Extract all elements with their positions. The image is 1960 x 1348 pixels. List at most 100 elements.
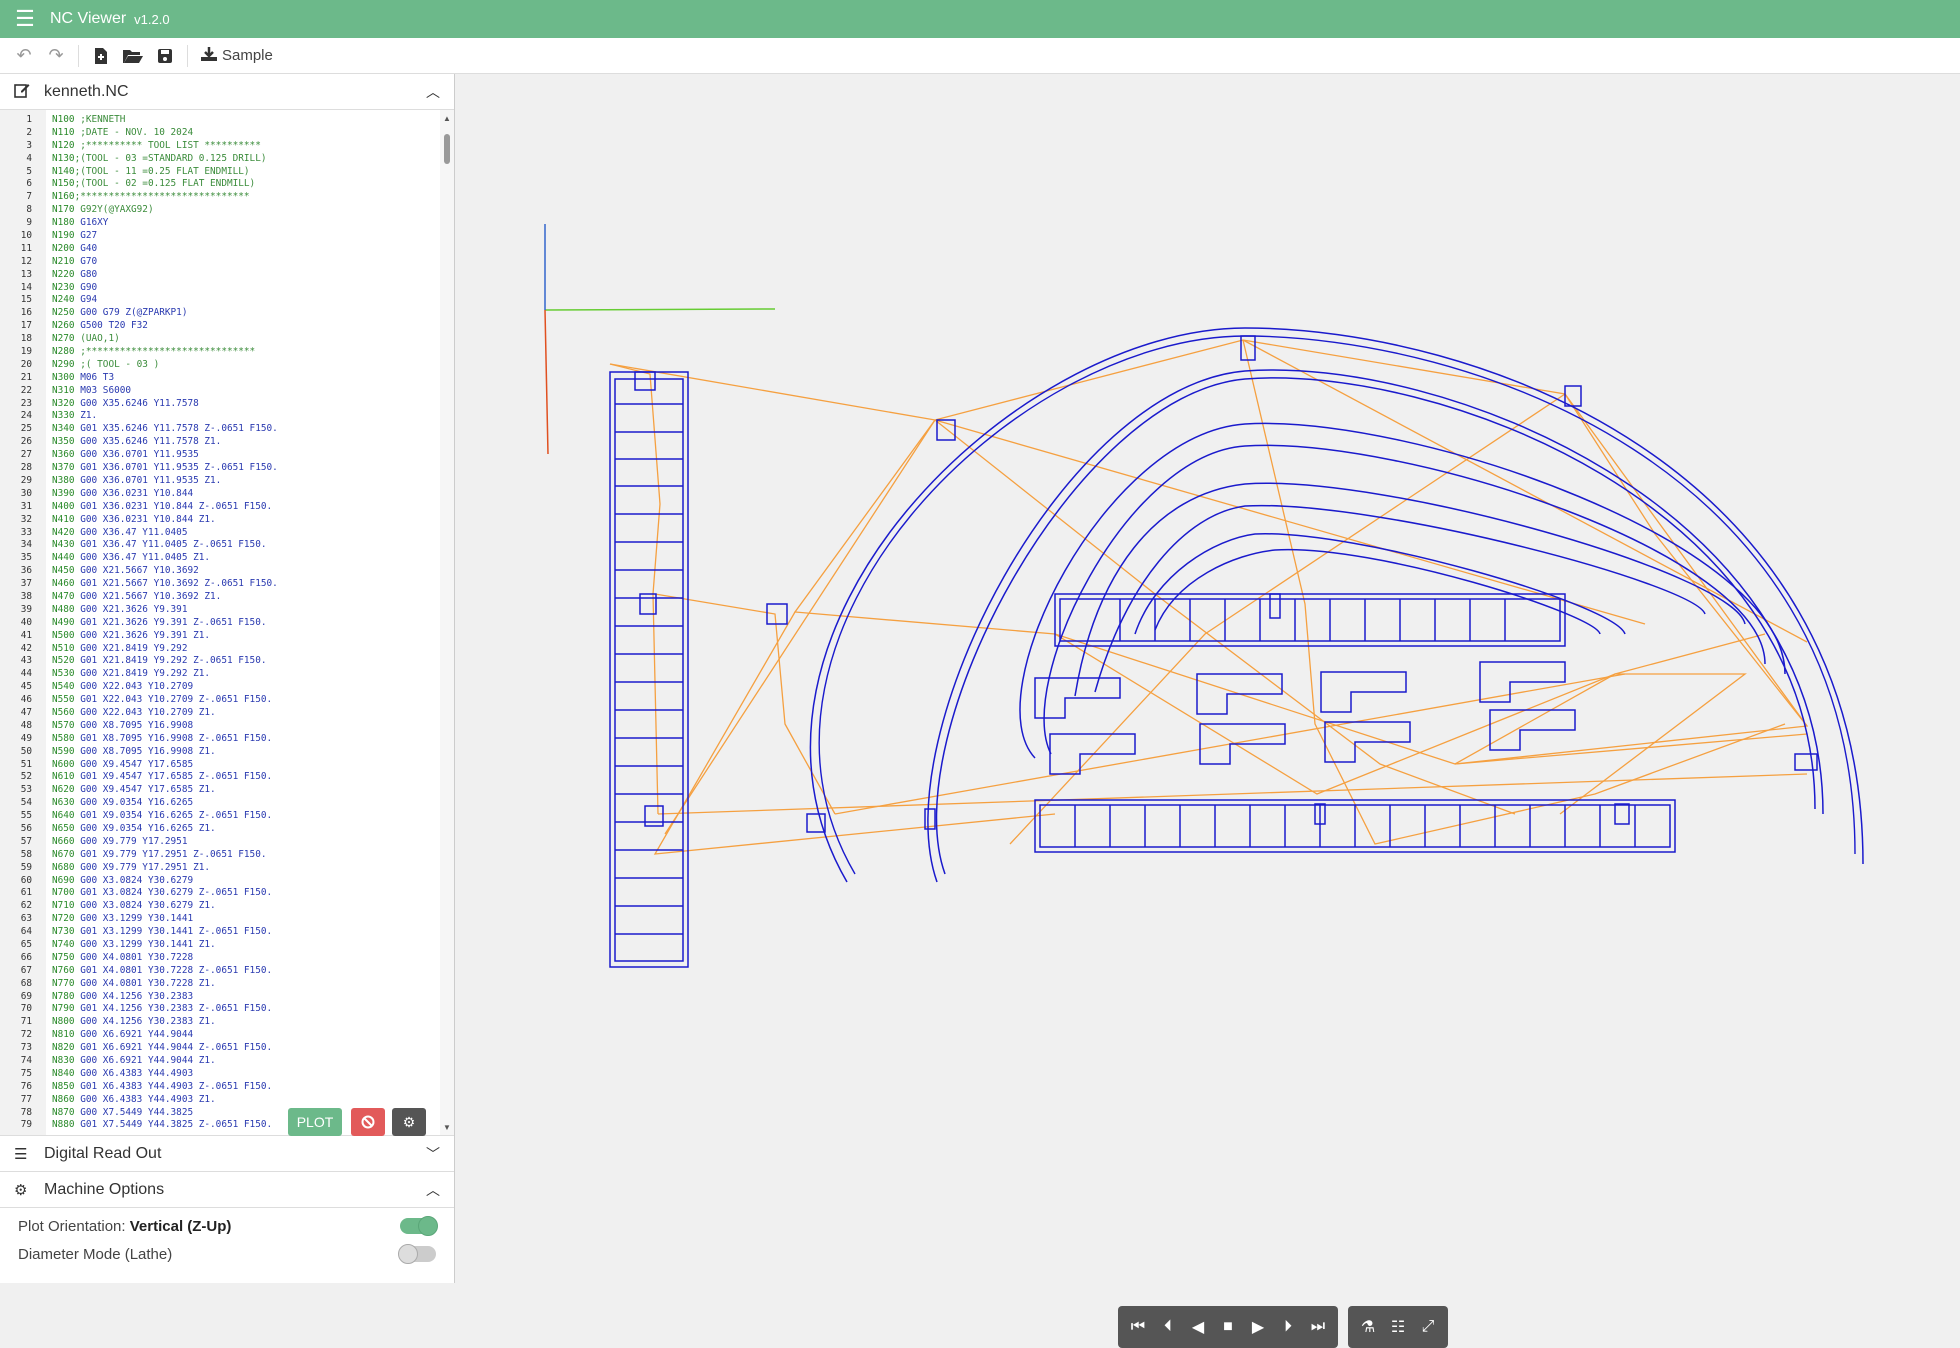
code-line[interactable]: 27 N360 G00 X36.0701 Y11.9535 <box>0 449 440 462</box>
code-line[interactable]: 54 N630 G00 X9.0354 Y16.6265 <box>0 797 440 810</box>
code-text[interactable]: N690 G00 X3.0824 Y30.6279 <box>52 875 193 888</box>
code-text[interactable]: N830 G00 X6.6921 Y44.9044 Z1. <box>52 1055 216 1068</box>
code-line[interactable]: 34 N430 G01 X36.47 Y11.0405 Z-.0651 F150. <box>0 539 440 552</box>
code-text[interactable]: N110 ;DATE - NOV. 10 2024 <box>52 127 193 140</box>
code-text[interactable]: N650 G00 X9.0354 Y16.6265 Z1. <box>52 823 216 836</box>
code-line[interactable]: 11 N200 G40 <box>0 243 440 256</box>
play-reverse-icon[interactable]: ◀ <box>1184 1311 1212 1343</box>
code-line[interactable]: 49 N580 G01 X8.7095 Y16.9908 Z-.0651 F150… <box>0 733 440 746</box>
code-line[interactable]: 3 N120 ;********** TOOL LIST ********** <box>0 140 440 153</box>
code-line[interactable]: 30 N390 G00 X36.0231 Y10.844 <box>0 488 440 501</box>
hamburger-menu-icon[interactable]: ☰ <box>0 0 50 38</box>
code-line[interactable]: 20 N290 ;( TOOL - 03 ) <box>0 359 440 372</box>
code-text[interactable]: N640 G01 X9.0354 Y16.6265 Z-.0651 F150. <box>52 810 272 823</box>
code-line[interactable]: 67 N760 G01 X4.0801 Y30.7228 Z-.0651 F150… <box>0 965 440 978</box>
code-text[interactable]: N510 G00 X21.8419 Y9.292 <box>52 643 187 656</box>
skip-to-end-icon[interactable]: ⏭ <box>1304 1311 1332 1343</box>
plot-button[interactable]: PLOT <box>288 1108 342 1136</box>
scroll-up-icon[interactable]: ▲ <box>443 114 451 123</box>
code-text[interactable]: N780 G00 X4.1256 Y30.2383 <box>52 991 193 1004</box>
code-line[interactable]: 57 N660 G00 X9.779 Y17.2951 <box>0 836 440 849</box>
code-text[interactable]: N590 G00 X8.7095 Y16.9908 Z1. <box>52 746 216 759</box>
code-line[interactable]: 50 N590 G00 X8.7095 Y16.9908 Z1. <box>0 746 440 759</box>
code-line[interactable]: 52 N610 G01 X9.4547 Y17.6585 Z-.0651 F150… <box>0 771 440 784</box>
scroll-thumb[interactable] <box>444 134 450 164</box>
code-line[interactable]: 41 N500 G00 X21.3626 Y9.391 Z1. <box>0 630 440 643</box>
code-text[interactable]: N500 G00 X21.3626 Y9.391 Z1. <box>52 630 210 643</box>
redo-icon[interactable]: ↷ <box>40 41 72 71</box>
code-line[interactable]: 31 N400 G01 X36.0231 Y10.844 Z-.0651 F150… <box>0 501 440 514</box>
code-text[interactable]: N280 ;****************************** <box>52 346 255 359</box>
editor-scrollbar[interactable]: ▲ ▼ <box>440 110 454 1135</box>
code-line[interactable]: 15 N240 G94 <box>0 294 440 307</box>
code-text[interactable]: N210 G70 <box>52 256 97 269</box>
step-forward-icon[interactable]: ⏵ <box>1274 1311 1302 1343</box>
orientation-toggle[interactable] <box>400 1216 438 1236</box>
chevron-up-icon[interactable]: ︿ <box>426 1180 440 1200</box>
editor-panel-header[interactable]: kenneth.NC ︿ <box>0 74 454 110</box>
code-line[interactable]: 16 N250 G00 G79 Z(@ZPARKP1) <box>0 307 440 320</box>
code-line[interactable]: 14 N230 G90 <box>0 282 440 295</box>
code-line[interactable]: 64 N730 G01 X3.1299 Y30.1441 Z-.0651 F150… <box>0 926 440 939</box>
code-line[interactable]: 36 N450 G00 X21.5667 Y10.3692 <box>0 565 440 578</box>
code-line[interactable]: 5 N140;(TOOL - 11 =0.25 FLAT ENDMILL) <box>0 166 440 179</box>
code-line[interactable]: 69 N780 G00 X4.1256 Y30.2383 <box>0 991 440 1004</box>
code-line[interactable]: 8 N170 G92Y(@YAXG92) <box>0 204 440 217</box>
code-line[interactable]: 17 N260 G500 T20 F32 <box>0 320 440 333</box>
code-text[interactable]: N560 G00 X22.043 Y10.2709 Z1. <box>52 707 216 720</box>
code-line[interactable]: 47 N560 G00 X22.043 Y10.2709 Z1. <box>0 707 440 720</box>
code-text[interactable]: N380 G00 X36.0701 Y11.9535 Z1. <box>52 475 221 488</box>
code-text[interactable]: N660 G00 X9.779 Y17.2951 <box>52 836 187 849</box>
code-text[interactable]: N760 G01 X4.0801 Y30.7228 Z-.0651 F150. <box>52 965 272 978</box>
code-line[interactable]: 73 N820 G01 X6.6921 Y44.9044 Z-.0651 F150… <box>0 1042 440 1055</box>
code-text[interactable]: N800 G00 X4.1256 Y30.2383 Z1. <box>52 1016 216 1029</box>
code-line[interactable]: 33 N420 G00 X36.47 Y11.0405 <box>0 527 440 540</box>
code-text[interactable]: N550 G01 X22.043 Y10.2709 Z-.0651 F150. <box>52 694 272 707</box>
sample-button[interactable]: Sample <box>194 41 279 71</box>
code-line[interactable]: 21 N300 M06 T3 <box>0 372 440 385</box>
chevron-up-icon[interactable]: ︿ <box>426 82 440 102</box>
code-text[interactable]: N710 G00 X3.0824 Y30.6279 Z1. <box>52 900 216 913</box>
code-line[interactable]: 43 N520 G01 X21.8419 Y9.292 Z-.0651 F150. <box>0 655 440 668</box>
code-line[interactable]: 25 N340 G01 X35.6246 Y11.7578 Z-.0651 F15… <box>0 423 440 436</box>
code-editor[interactable]: 1 N100 ;KENNETH 2 N110 ;DATE - NOV. 10 2024… <box>0 110 454 1136</box>
code-line[interactable]: 39 N480 G00 X21.3626 Y9.391 <box>0 604 440 617</box>
code-text[interactable]: N610 G01 X9.4547 Y17.6585 Z-.0651 F150. <box>52 771 272 784</box>
code-text[interactable]: N150;(TOOL - 02 =0.125 FLAT ENDMILL) <box>52 178 255 191</box>
code-line[interactable]: 51 N600 G00 X9.4547 Y17.6585 <box>0 759 440 772</box>
code-text[interactable]: N200 G40 <box>52 243 97 256</box>
play-icon[interactable]: ▶ <box>1244 1311 1272 1343</box>
dro-panel-header[interactable]: ☰ Digital Read Out ﹀ <box>0 1136 454 1172</box>
code-text[interactable]: N860 G00 X6.4383 Y44.4903 Z1. <box>52 1094 216 1107</box>
code-line[interactable]: 44 N530 G00 X21.8419 Y9.292 Z1. <box>0 668 440 681</box>
code-line[interactable]: 45 N540 G00 X22.043 Y10.2709 <box>0 681 440 694</box>
code-line[interactable]: 32 N410 G00 X36.0231 Y10.844 Z1. <box>0 514 440 527</box>
code-line[interactable]: 1 N100 ;KENNETH <box>0 114 440 127</box>
code-line[interactable]: 13 N220 G80 <box>0 269 440 282</box>
code-text[interactable]: N620 G00 X9.4547 Y17.6585 Z1. <box>52 784 216 797</box>
code-line[interactable]: 59 N680 G00 X9.779 Y17.2951 Z1. <box>0 862 440 875</box>
code-line[interactable]: 18 N270 (UAO,1) <box>0 333 440 346</box>
code-text[interactable]: N310 M03 S6000 <box>52 385 131 398</box>
code-line[interactable]: 7 N160;****************************** <box>0 191 440 204</box>
code-text[interactable]: N370 G01 X36.0701 Y11.9535 Z-.0651 F150. <box>52 462 278 475</box>
code-line[interactable]: 26 N350 G00 X35.6246 Y11.7578 Z1. <box>0 436 440 449</box>
code-text[interactable]: N680 G00 X9.779 Y17.2951 Z1. <box>52 862 210 875</box>
code-text[interactable]: N820 G01 X6.6921 Y44.9044 Z-.0651 F150. <box>52 1042 272 1055</box>
code-text[interactable]: N750 G00 X4.0801 Y30.7228 <box>52 952 193 965</box>
code-text[interactable]: N720 G00 X3.1299 Y30.1441 <box>52 913 193 926</box>
code-text[interactable]: N730 G01 X3.1299 Y30.1441 Z-.0651 F150. <box>52 926 272 939</box>
sliders-icon[interactable]: ☷ <box>1384 1311 1412 1343</box>
code-line[interactable]: 65 N740 G00 X3.1299 Y30.1441 Z1. <box>0 939 440 952</box>
code-line[interactable]: 6 N150;(TOOL - 02 =0.125 FLAT ENDMILL) <box>0 178 440 191</box>
chevron-down-icon[interactable]: ﹀ <box>426 1144 440 1164</box>
code-line[interactable]: 76 N850 G01 X6.4383 Y44.4903 Z-.0651 F150… <box>0 1081 440 1094</box>
code-line[interactable]: 71 N800 G00 X4.1256 Y30.2383 Z1. <box>0 1016 440 1029</box>
code-text[interactable]: N450 G00 X21.5667 Y10.3692 <box>52 565 199 578</box>
code-text[interactable]: N260 G500 T20 F32 <box>52 320 148 333</box>
code-text[interactable]: N240 G94 <box>52 294 97 307</box>
code-text[interactable]: N770 G00 X4.0801 Y30.7228 Z1. <box>52 978 216 991</box>
code-line[interactable]: 2 N110 ;DATE - NOV. 10 2024 <box>0 127 440 140</box>
expand-icon[interactable]: ⤢ <box>1414 1311 1442 1343</box>
code-line[interactable]: 77 N860 G00 X6.4383 Y44.4903 Z1. <box>0 1094 440 1107</box>
